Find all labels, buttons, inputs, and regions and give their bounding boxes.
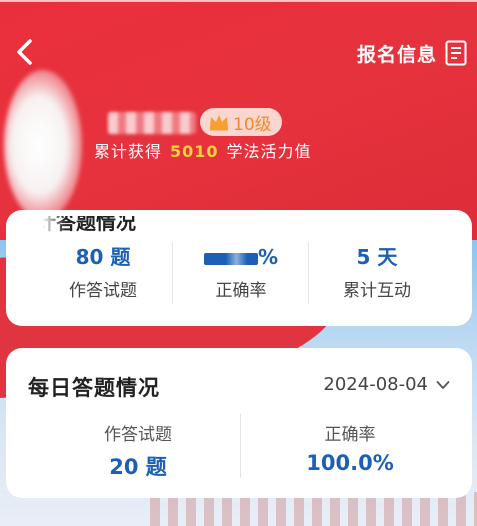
document-list-icon[interactable] (445, 40, 467, 66)
stat-label: 累计互动 (343, 281, 411, 301)
points-suffix: 学法活力值 (226, 142, 312, 161)
daily-stat-accuracy: 正确率 100.0% (250, 420, 450, 475)
level-badge: 10级 (200, 108, 282, 136)
status-bar-edge (0, 0, 477, 2)
signup-info-link[interactable]: 报名信息 (357, 40, 437, 67)
avatar (4, 70, 82, 220)
stat-label: 作答试题 (104, 425, 172, 445)
accuracy-percent-sign: % (257, 245, 279, 269)
title-fade (26, 214, 66, 236)
accuracy-redacted (203, 252, 258, 265)
stat-value: 20 题 (109, 455, 167, 479)
stat-questions-answered: 80 题 作答试题 (28, 244, 178, 301)
daily-title: 每日答题情况 (28, 376, 160, 400)
points-summary: 累计获得 5010 学法活力值 (94, 138, 312, 162)
date-value: 2024-08-04 (323, 374, 428, 395)
divider (240, 414, 241, 478)
crown-icon (210, 115, 228, 131)
stat-label: 正确率 (324, 425, 376, 445)
back-button[interactable] (10, 36, 42, 68)
stat-value: 5 天 (356, 245, 398, 269)
points-value: 5010 (170, 142, 219, 161)
cumulative-stats-card: 计答题情况 80 题 作答试题 % 正确率 5 天 累计互动 (6, 210, 472, 326)
stat-value: 100.0% (306, 451, 394, 475)
stat-label: 正确率 (215, 281, 267, 301)
date-selector[interactable]: 2024-08-04 (323, 374, 450, 395)
stat-accuracy: % 正确率 (166, 244, 316, 301)
stat-label: 作答试题 (69, 281, 137, 301)
chevron-down-icon (436, 380, 450, 389)
stat-value-redacted: % (166, 244, 316, 270)
chevron-left-icon (17, 39, 32, 65)
stat-value: 80 题 (75, 245, 131, 269)
level-label: 10级 (233, 114, 272, 135)
daily-stats-card: 每日答题情况 2024-08-04 作答试题 20 题 正确率 100.0% (6, 348, 472, 498)
points-prefix: 累计获得 (94, 142, 163, 161)
stat-interaction-days: 5 天 累计互动 (302, 244, 452, 301)
daily-stat-questions: 作答试题 20 题 (38, 420, 238, 481)
user-name-redacted (108, 112, 196, 134)
